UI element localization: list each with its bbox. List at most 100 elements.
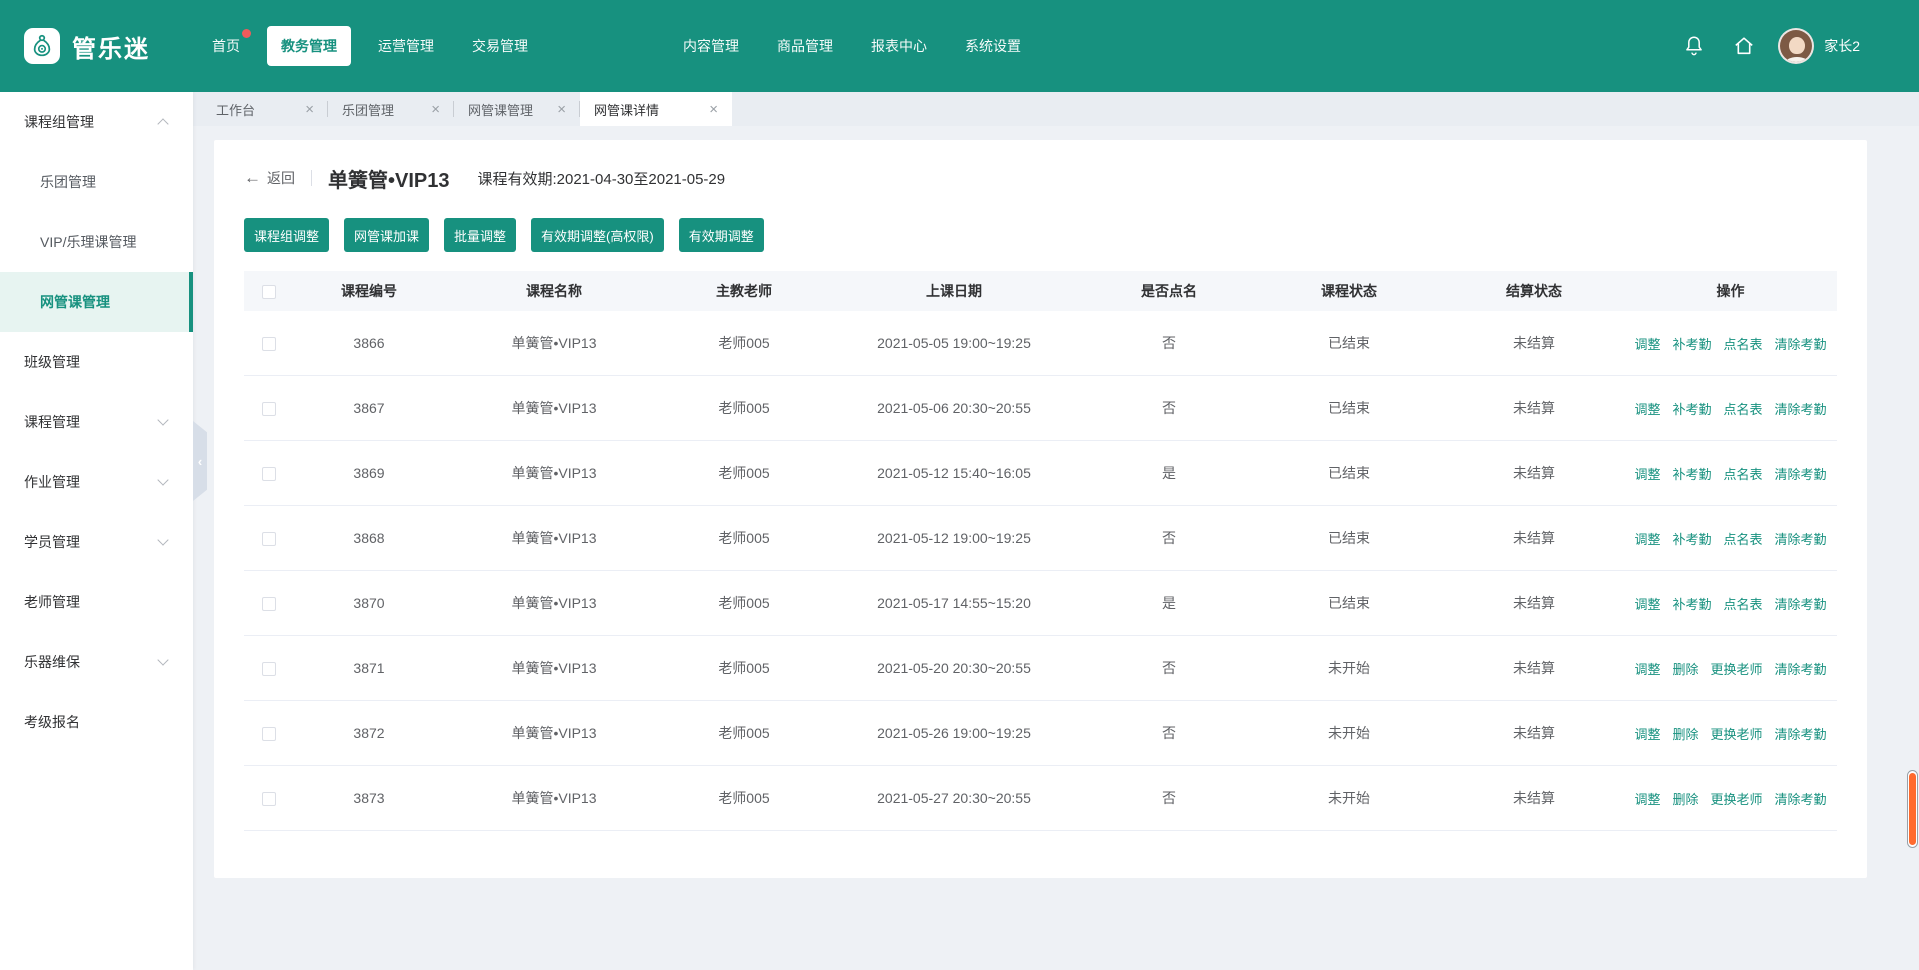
row-checkbox[interactable] xyxy=(262,467,276,481)
cell-settlement: 未结算 xyxy=(1444,463,1624,483)
sidebar-item-3[interactable]: 网管课管理 xyxy=(0,272,193,332)
action-link-2[interactable]: 更换老师 xyxy=(1711,724,1763,743)
row-checkbox[interactable] xyxy=(262,597,276,611)
action-link-3[interactable]: 清除考勤 xyxy=(1775,464,1827,483)
action-button-3[interactable]: 有效期调整(高权限) xyxy=(531,218,664,252)
action-link-1[interactable]: 补考勤 xyxy=(1672,594,1711,613)
action-link-3[interactable]: 清除考勤 xyxy=(1775,594,1827,613)
nav-item-label: 系统设置 xyxy=(965,38,1021,54)
tab-2[interactable]: 网管课管理× xyxy=(454,92,580,126)
cell-id: 3867 xyxy=(294,400,444,416)
nav-item-1[interactable]: 教务管理 xyxy=(267,26,351,66)
tab-strip: 工作台×乐团管理×网管课管理×网管课详情× xyxy=(193,92,1919,126)
tab-0[interactable]: 工作台× xyxy=(202,92,328,126)
page-title: 单簧管•VIP13 xyxy=(328,164,449,193)
action-link-3[interactable]: 清除考勤 xyxy=(1775,789,1827,808)
action-link-2[interactable]: 点名表 xyxy=(1724,464,1763,483)
action-button-0[interactable]: 课程组调整 xyxy=(244,218,329,252)
row-checkbox[interactable] xyxy=(262,532,276,546)
cell-status: 已结束 xyxy=(1254,528,1444,548)
action-link-0[interactable]: 调整 xyxy=(1634,724,1660,743)
action-link-0[interactable]: 调整 xyxy=(1634,464,1660,483)
action-link-2[interactable]: 点名表 xyxy=(1724,529,1763,548)
user-name[interactable]: 家长2 xyxy=(1824,36,1860,56)
action-link-3[interactable]: 清除考勤 xyxy=(1775,529,1827,548)
nav-item-2[interactable]: 运营管理 xyxy=(378,36,434,56)
brand-name: 管乐迷 xyxy=(72,29,150,64)
back-button[interactable]: ← 返回 xyxy=(244,168,295,188)
action-link-1[interactable]: 删除 xyxy=(1672,659,1698,678)
nav-item-7[interactable]: 系统设置 xyxy=(965,36,1021,56)
cell-teacher: 老师005 xyxy=(664,528,824,548)
action-link-2[interactable]: 点名表 xyxy=(1724,399,1763,418)
nav-item-6[interactable]: 报表中心 xyxy=(871,36,927,56)
action-link-3[interactable]: 清除考勤 xyxy=(1775,659,1827,678)
page-scrollbar-thumb[interactable] xyxy=(1909,773,1916,845)
cell-date: 2021-05-05 19:00~19:25 xyxy=(824,335,1084,351)
action-link-0[interactable]: 调整 xyxy=(1634,789,1660,808)
action-link-3[interactable]: 清除考勤 xyxy=(1775,724,1827,743)
sidebar-item-0[interactable]: 课程组管理 xyxy=(0,92,193,152)
tab-close-icon[interactable]: × xyxy=(555,100,568,119)
cell-rollcall: 否 xyxy=(1084,788,1254,808)
tab-3[interactable]: 网管课详情× xyxy=(580,92,732,126)
action-link-1[interactable]: 删除 xyxy=(1672,724,1698,743)
cell-status: 已结束 xyxy=(1254,593,1444,613)
sidebar-item-7[interactable]: 学员管理 xyxy=(0,512,193,572)
tab-1[interactable]: 乐团管理× xyxy=(328,92,454,126)
action-button-4[interactable]: 有效期调整 xyxy=(679,218,764,252)
row-actions: 调整补考勤点名表清除考勤 xyxy=(1624,594,1837,613)
sidebar-item-1[interactable]: 乐团管理 xyxy=(0,152,193,212)
action-link-3[interactable]: 清除考勤 xyxy=(1775,399,1827,418)
nav-item-0[interactable]: 首页 xyxy=(212,36,240,56)
sidebar-item-4[interactable]: 班级管理 xyxy=(0,332,193,392)
action-link-1[interactable]: 补考勤 xyxy=(1672,399,1711,418)
action-link-2[interactable]: 更换老师 xyxy=(1711,789,1763,808)
action-button-2[interactable]: 批量调整 xyxy=(444,218,516,252)
nav-item-label: 报表中心 xyxy=(871,38,927,54)
action-button-1[interactable]: 网管课加课 xyxy=(344,218,429,252)
nav-item-4[interactable]: 内容管理 xyxy=(683,36,739,56)
cell-teacher: 老师005 xyxy=(664,593,824,613)
tab-close-icon[interactable]: × xyxy=(429,100,442,119)
user-avatar[interactable] xyxy=(1778,28,1814,64)
action-link-1[interactable]: 补考勤 xyxy=(1672,334,1711,353)
tab-close-icon[interactable]: × xyxy=(707,100,720,119)
action-link-1[interactable]: 补考勤 xyxy=(1672,464,1711,483)
row-checkbox-cell xyxy=(244,465,294,481)
bell-icon[interactable] xyxy=(1682,34,1706,58)
action-link-0[interactable]: 调整 xyxy=(1634,399,1660,418)
action-link-2[interactable]: 更换老师 xyxy=(1711,659,1763,678)
row-checkbox[interactable] xyxy=(262,337,276,351)
tab-close-icon[interactable]: × xyxy=(303,100,316,119)
row-checkbox[interactable] xyxy=(262,402,276,416)
sidebar-item-2[interactable]: VIP/乐理课管理 xyxy=(0,212,193,272)
action-link-1[interactable]: 删除 xyxy=(1672,789,1698,808)
nav-item-3[interactable]: 交易管理 xyxy=(472,36,528,56)
sidebar-collapse-handle[interactable]: ‹ xyxy=(193,421,207,501)
action-link-1[interactable]: 补考勤 xyxy=(1672,529,1711,548)
cell-status: 未开始 xyxy=(1254,658,1444,678)
action-link-3[interactable]: 清除考勤 xyxy=(1775,334,1827,353)
action-link-0[interactable]: 调整 xyxy=(1634,529,1660,548)
row-checkbox[interactable] xyxy=(262,662,276,676)
action-link-0[interactable]: 调整 xyxy=(1634,334,1660,353)
top-navbar: 管乐迷 首页 教务管理 运营管理 交易管理 内容管理 商品管理 报表中心 系统设置 家长2 xyxy=(0,0,1919,92)
select-all-checkbox[interactable] xyxy=(262,285,276,299)
sidebar-item-10[interactable]: 考级报名 xyxy=(0,692,193,752)
action-link-2[interactable]: 点名表 xyxy=(1724,334,1763,353)
cell-date: 2021-05-12 19:00~19:25 xyxy=(824,530,1084,546)
sidebar-item-6[interactable]: 作业管理 xyxy=(0,452,193,512)
nav-item-5[interactable]: 商品管理 xyxy=(777,36,833,56)
action-link-2[interactable]: 点名表 xyxy=(1724,594,1763,613)
sidebar-item-label: 乐团管理 xyxy=(40,172,96,192)
home-icon[interactable] xyxy=(1732,34,1756,58)
sidebar-item-5[interactable]: 课程管理 xyxy=(0,392,193,452)
action-link-0[interactable]: 调整 xyxy=(1634,594,1660,613)
action-link-0[interactable]: 调整 xyxy=(1634,659,1660,678)
sidebar-item-9[interactable]: 乐器维保 xyxy=(0,632,193,692)
row-checkbox[interactable] xyxy=(262,727,276,741)
sidebar-item-8[interactable]: 老师管理 xyxy=(0,572,193,632)
cell-rollcall: 否 xyxy=(1084,528,1254,548)
row-checkbox[interactable] xyxy=(262,792,276,806)
